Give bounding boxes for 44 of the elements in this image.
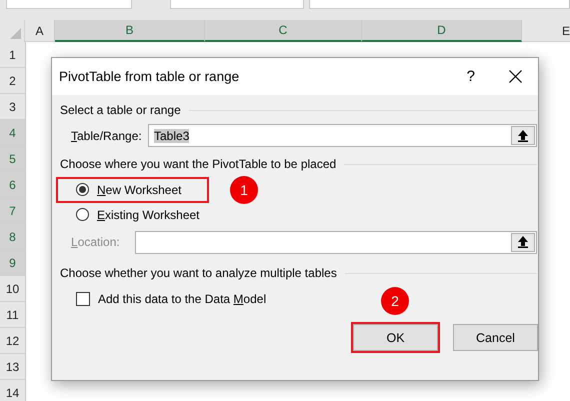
radio-button[interactable] [76, 183, 89, 196]
checkbox-label: Add this data to the Data Model [98, 292, 266, 306]
column-header[interactable]: C [205, 20, 362, 42]
checkbox[interactable] [76, 292, 90, 306]
field-value: Table3 [154, 128, 190, 142]
field-label: Table/Range: [70, 128, 143, 142]
radio-button[interactable] [76, 208, 89, 221]
close-icon[interactable] [509, 70, 522, 83]
input-field[interactable] [135, 230, 537, 254]
range-picker-button[interactable] [511, 232, 535, 252]
option-label: New Worksheet [97, 182, 182, 196]
row-header[interactable]: 11 [0, 302, 25, 328]
help-button[interactable]: ? [466, 68, 475, 85]
upload-icon [518, 130, 528, 142]
row-header[interactable]: 13 [0, 354, 25, 380]
column-header[interactable]: D [362, 20, 522, 42]
row-header[interactable]: 2 [0, 68, 25, 94]
row-header[interactable]: 9 [0, 250, 25, 276]
step-badge: 2 [381, 287, 409, 315]
option-label: Existing Worksheet [97, 208, 200, 222]
dialog-button[interactable]: Cancel [453, 324, 538, 351]
row-header[interactable]: 4 [0, 120, 25, 146]
input-field[interactable]: Table3 [148, 124, 537, 147]
toolbar-field[interactable] [170, 0, 304, 9]
row-header[interactable]: 14 [0, 380, 25, 401]
section-heading: Choose where you want the PivotTable to be placed [60, 157, 336, 171]
field-label: Location: [70, 235, 121, 249]
dialog-title: PivotTable from table or range [59, 69, 240, 84]
range-picker-button[interactable] [511, 126, 535, 145]
toolbar-field[interactable] [6, 0, 132, 9]
row-header[interactable]: 7 [0, 198, 25, 224]
row-header[interactable]: 10 [0, 276, 25, 302]
row-header[interactable]: 6 [0, 172, 25, 198]
column-header[interactable]: B [55, 20, 205, 42]
row-header[interactable]: 5 [0, 146, 25, 172]
dialog-button[interactable]: OK [353, 324, 438, 351]
row-header[interactable]: 8 [0, 224, 25, 250]
column-header[interactable]: E [522, 20, 570, 42]
section-heading: Select a table or range [60, 103, 181, 117]
step-badge: 1 [230, 176, 258, 204]
upload-icon [518, 236, 528, 248]
row-header[interactable]: 1 [0, 42, 25, 68]
section-heading: Choose whether you want to analyze multiple tables [60, 266, 337, 280]
row-header[interactable]: 12 [0, 328, 25, 354]
